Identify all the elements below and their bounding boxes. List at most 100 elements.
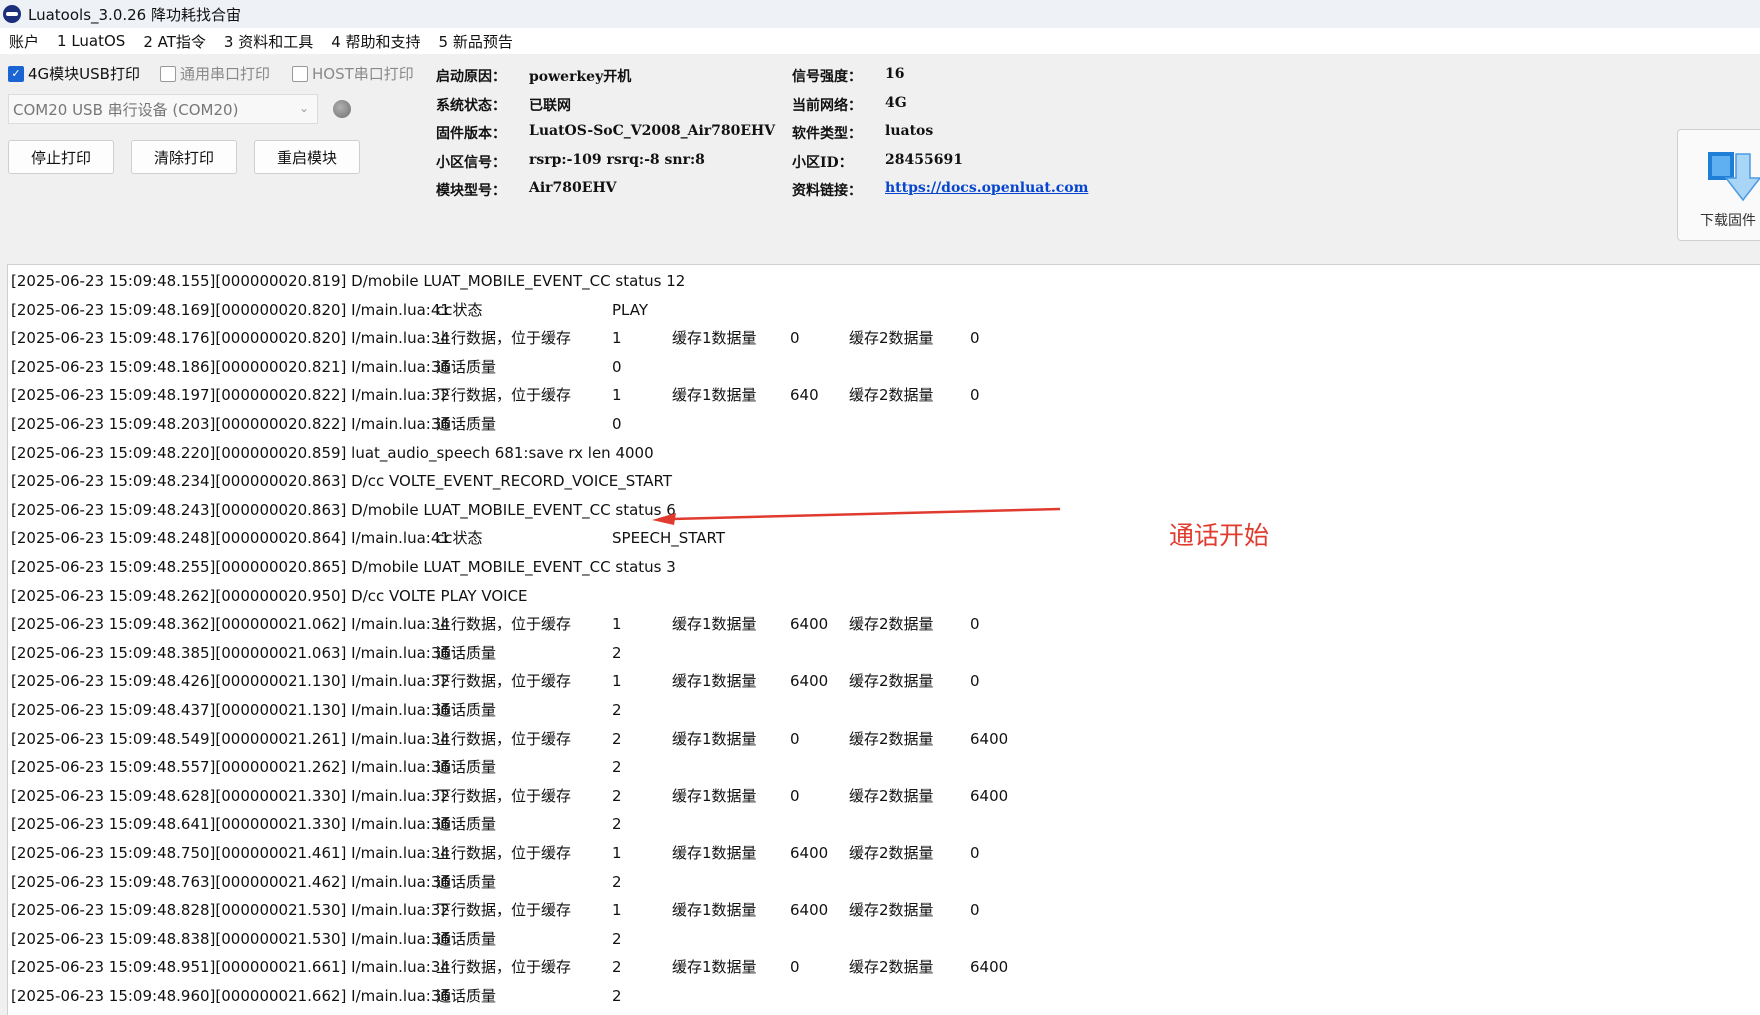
log-row-field-c2: 2 [612,872,622,891]
title-bar: Luatools_3.0.26 降功耗找合宙 [0,0,1760,28]
log-row-field-c1: 通话质量 [436,643,497,662]
log-row-field-c4: 0 [790,729,800,748]
log-row-field-c2: 2 [612,786,622,805]
menu-resources-tools[interactable]: 3 资料和工具 [215,31,322,52]
download-firmware-label: 下载固件 [1700,213,1756,229]
log-row-prefix: [2025-06-23 15:09:48.549][000000021.261]… [11,729,450,748]
log-row-prefix: [2025-06-23 15:09:48.169][000000020.820]… [11,300,450,319]
log-row-field-c2: 2 [612,643,622,662]
log-row-field-c5: 缓存2数据量 [849,901,934,920]
log-row-prefix: [2025-06-23 15:09:48.628][000000021.330]… [11,786,450,805]
port-select-value: COM20 USB 串行设备 (COM20) [13,100,239,119]
log-row: [2025-06-23 15:09:48.628][000000021.330]… [11,782,1751,810]
log-row: [2025-06-23 15:09:48.960][000000021.662]… [11,982,1751,1010]
log-row-field-c3: 缓存1数据量 [672,786,757,805]
log-row-field-c5: 缓存2数据量 [849,672,934,691]
log-row-field-c2: 1 [612,329,622,348]
log-row-prefix: [2025-06-23 15:09:48.951][000000021.661]… [11,958,450,977]
download-firmware-button[interactable]: 下载固件 [1677,129,1760,241]
stop-print-button[interactable]: 停止打印 [8,140,114,174]
log-row-field-c5: 缓存2数据量 [849,786,934,805]
log-row-field-c1: 下行数据，位于缓存 [436,386,572,405]
annotation-arrow [652,507,1061,525]
log-row-prefix: [2025-06-23 15:09:48.234][000000020.863]… [11,472,672,491]
log-row-field-c4: 0 [790,958,800,977]
log-row: [2025-06-23 15:09:48.176][000000020.820]… [11,324,1751,352]
log-row-field-c2: 1 [612,386,622,405]
menu-account[interactable]: 账户 [0,31,48,52]
log-row: [2025-06-23 15:09:48.951][000000021.661]… [11,953,1751,981]
log-row-field-c3: 缓存1数据量 [672,386,757,405]
log-row-prefix: [2025-06-23 15:09:48.763][000000021.462]… [11,872,450,891]
log-row-prefix: [2025-06-23 15:09:48.248][000000020.864]… [11,529,450,548]
menu-at-commands[interactable]: 2 AT指令 [134,31,215,52]
log-row-field-c1: 通话质量 [436,415,497,433]
log-row-field-c2: 2 [612,815,622,834]
log-row-field-c6: 6400 [970,958,1009,977]
log-row: [2025-06-23 15:09:48.186][000000020.821]… [11,353,1751,381]
log-row-field-c1: 通话质量 [436,758,497,777]
checkbox-empty-icon [160,65,176,82]
download-icon [1708,152,1760,202]
log-row-field-c2: 2 [612,958,622,977]
log-row-field-c3: 缓存1数据量 [672,329,757,348]
log-row-prefix: [2025-06-23 15:09:48.255][000000020.865]… [11,558,676,576]
log-row-field-c1: 通话质量 [436,987,497,1005]
serial-print-checkbox[interactable]: 通用串口打印 [160,63,270,84]
log-row-prefix: [2025-06-23 15:09:48.960][000000021.662]… [11,987,450,1005]
log-row-field-c4: 6400 [790,615,829,634]
window-title: Luatools_3.0.26 降功耗找合宙 [28,5,241,24]
log-row-field-c3: 缓存1数据量 [672,672,757,691]
log-row-field-c2: 2 [612,729,622,748]
log-row: [2025-06-23 15:09:48.262][000000020.950]… [11,582,1751,610]
log-row: [2025-06-23 15:09:48.255][000000020.865]… [11,553,1751,581]
log-row-field-c1: 上行数据，位于缓存 [436,844,572,862]
log-row-prefix: [2025-06-23 15:09:48.155][000000020.819]… [11,272,686,290]
restart-module-button[interactable]: 重启模块 [254,140,360,174]
log-row-field-c1: 上行数据，位于缓存 [436,729,572,748]
log-row-field-c5: 缓存2数据量 [849,386,934,405]
log-row-prefix: [2025-06-23 15:09:48.828][000000021.530]… [11,901,450,920]
log-row-prefix: [2025-06-23 15:09:48.750][000000021.461]… [11,844,450,862]
log-row-field-c3: 缓存1数据量 [672,615,757,634]
log-row-field-c6: 6400 [970,729,1009,748]
log-row: [2025-06-23 15:09:48.220][000000020.859]… [11,439,1751,467]
log-row-field-c2: 2 [612,758,622,777]
docs-link[interactable]: https://docs.openluat.com [885,180,1088,196]
log-row-prefix: [2025-06-23 15:09:48.426][000000021.130]… [11,672,450,691]
host-print-checkbox[interactable]: HOST串口打印 [292,63,414,84]
log-row-field-c5: 缓存2数据量 [849,958,934,977]
log-row-prefix: [2025-06-23 15:09:48.220][000000020.859]… [11,443,654,462]
log-row-field-c4: 6400 [790,672,829,691]
clear-print-button[interactable]: 清除打印 [131,140,237,174]
log-row-prefix: [2025-06-23 15:09:48.838][000000021.530]… [11,929,450,948]
port-select[interactable]: COM20 USB 串行设备 (COM20) ⌄ [8,94,318,124]
menu-luatos[interactable]: 1 LuatOS [48,32,134,50]
usb-print-checkbox[interactable]: ✓ 4G模块USB打印 [8,63,140,84]
log-row: [2025-06-23 15:09:48.557][000000021.262]… [11,753,1751,781]
log-row-prefix: [2025-06-23 15:09:48.262][000000020.950]… [11,586,528,605]
log-output[interactable]: [2025-06-23 15:09:48.1xx][000000020.8xx]… [7,264,1760,1015]
control-panel: ✓ 4G模块USB打印 通用串口打印 HOST串口打印 COM20 USB 串行… [0,54,1760,300]
menu-help-support[interactable]: 4 帮助和支持 [322,31,429,52]
log-row-field-c1: 上行数据，位于缓存 [436,615,572,634]
menu-new-products[interactable]: 5 新品预告 [430,31,522,52]
log-row: [2025-06-23 15:09:48.234][000000020.863]… [11,467,1751,495]
log-row: [2025-06-23 15:09:48.763][000000021.462]… [11,868,1751,896]
log-row-field-c3: 缓存1数据量 [672,901,757,920]
log-row-field-c5: 缓存2数据量 [849,729,934,748]
log-row-prefix: [2025-06-23 15:09:48.557][000000021.262]… [11,758,450,777]
chevron-down-icon: ⌄ [298,101,309,115]
log-row-field-c3: 缓存1数据量 [672,958,757,977]
log-row: [2025-06-23 15:09:48.838][000000021.530]… [11,925,1751,953]
log-row-field-c2: 2 [612,929,622,948]
log-row: [2025-06-23 15:09:48.426][000000021.130]… [11,667,1751,695]
log-row-field-c1: 下行数据，位于缓存 [436,672,572,691]
log-row-field-c3: 缓存1数据量 [672,844,757,862]
log-row-field-c2: 1 [612,844,622,862]
log-row-partial-top: [2025-06-23 15:09:48.1xx][000000020.8xx]… [11,264,411,265]
log-row-prefix: [2025-06-23 15:09:48.385][000000021.063]… [11,643,450,662]
log-row-field-c2: 1 [612,672,622,691]
log-row-field-c1: 下行数据，位于缓存 [436,786,572,805]
log-row: [2025-06-23 15:09:48.169][000000020.820]… [11,296,1751,324]
